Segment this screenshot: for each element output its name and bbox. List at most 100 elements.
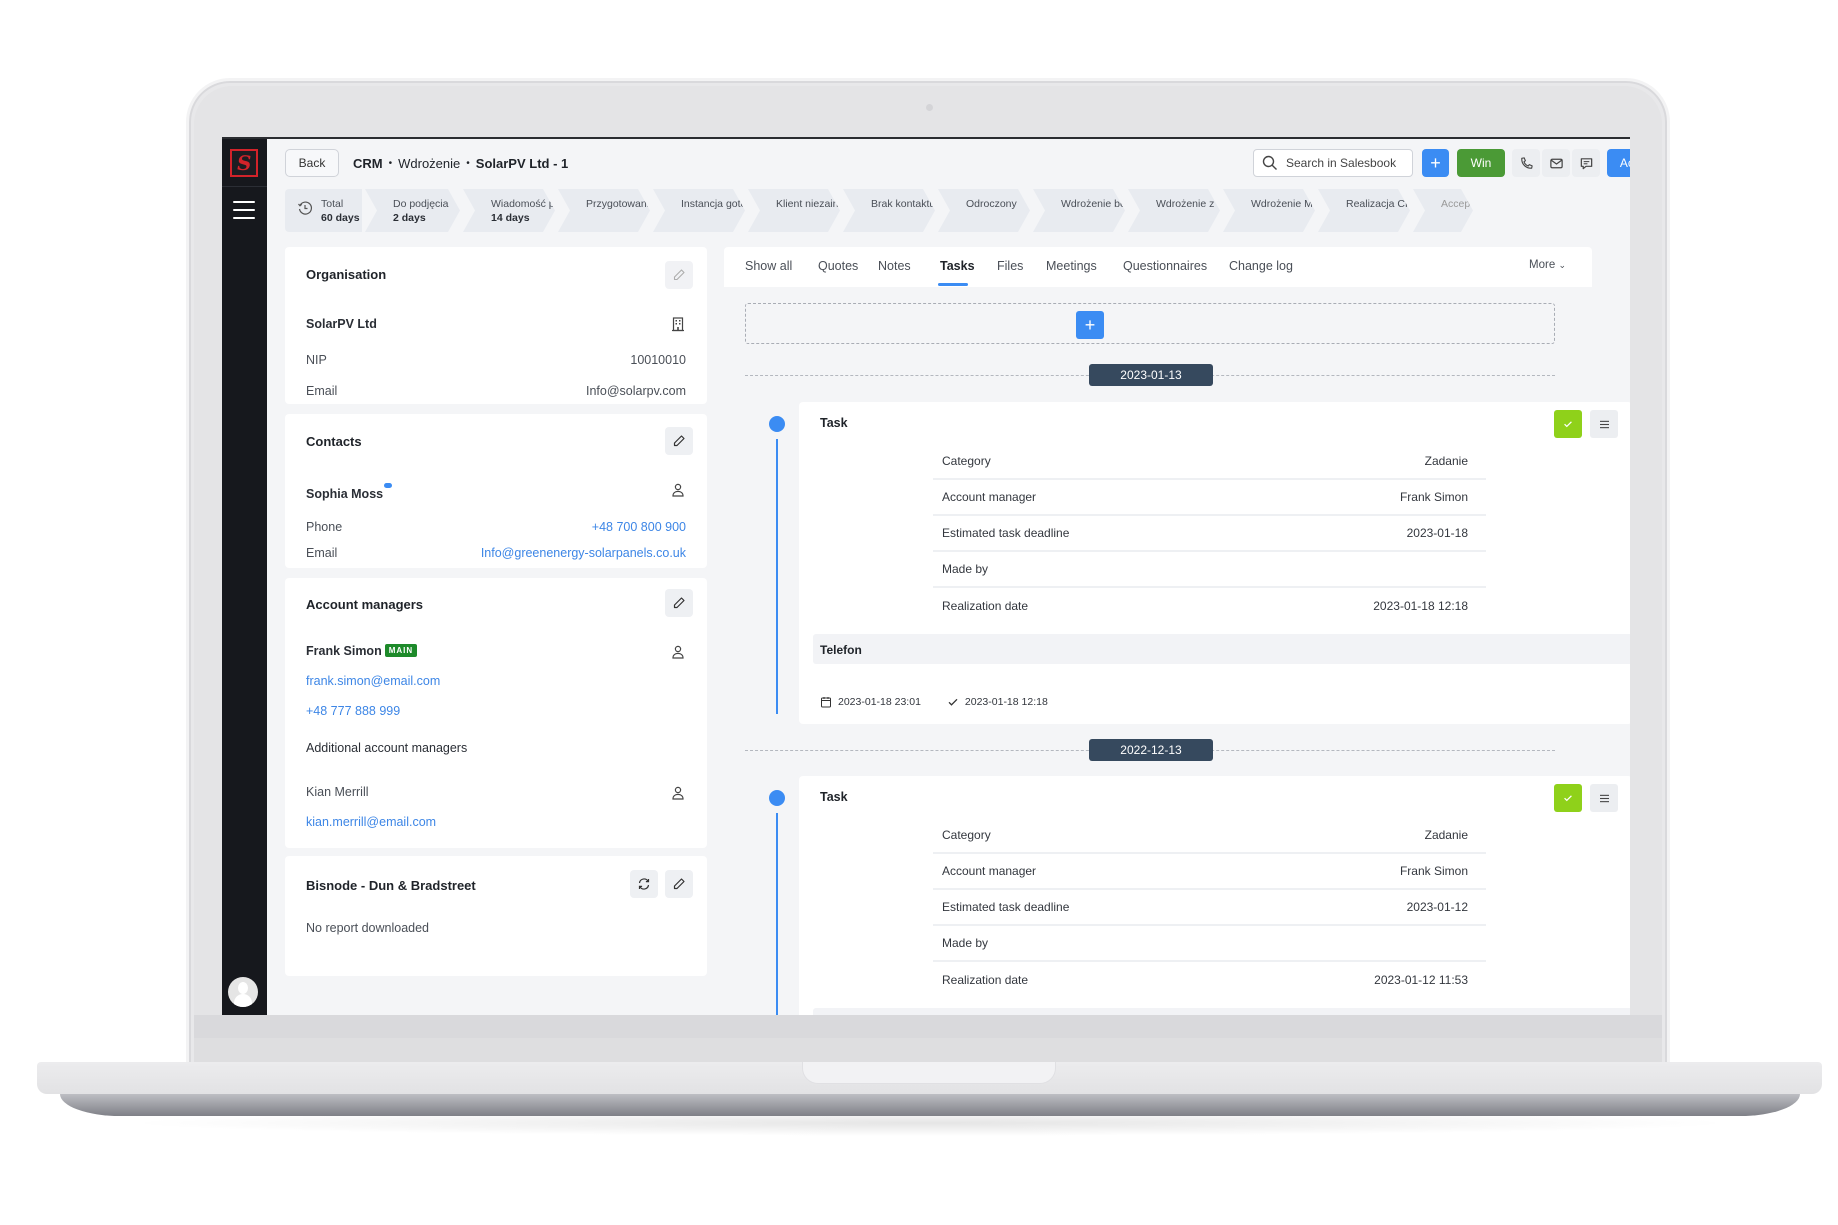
field-label: Realization date [942,599,1029,613]
tab-change-log[interactable]: Change log [1229,259,1293,273]
stage-item[interactable]: Przygotowanie ins... [558,189,650,232]
field-value: Zadanie [1424,454,1468,468]
chevron-down-icon: ⌄ [1558,260,1566,270]
stage-days: 2 days [393,212,426,224]
add-task-dropzone[interactable] [745,303,1555,344]
task-title: Task [820,790,848,804]
field-value: 2023-01-18 12:18 [1373,599,1468,613]
logo-letter: S [234,151,254,175]
stage-item[interactable]: Odroczony [938,189,1030,232]
stage-label: Realizacja CR [1346,198,1413,210]
breadcrumb: CRM • Wdrożenie • SolarPV Ltd - 1 [353,156,568,171]
breadcrumb-crm[interactable]: CRM [353,156,383,171]
field-label: Estimated task deadline [942,526,1070,540]
stage-label: Wiadomość powit... [491,198,583,210]
field-value: 2023-01-12 [1406,900,1468,914]
tab-quotes[interactable]: Quotes [818,259,858,273]
edit-organisation-button[interactable] [665,261,693,289]
email-button[interactable] [1542,149,1570,177]
field-label: Account manager [942,864,1037,878]
stage-item[interactable]: Wdrożenie MRR [1223,189,1315,232]
contact-email-label: Email [306,546,338,560]
refresh-bisnode-button[interactable] [630,870,658,898]
edit-account-managers-button[interactable] [665,589,693,617]
stage-label: Wdrożenie MRR [1251,198,1329,210]
chat-icon [1580,157,1592,169]
stage-label: Do podjęcia [393,198,449,210]
edit-contacts-button[interactable] [665,427,693,455]
field-label: Account manager [942,490,1037,504]
field-label: Estimated task deadline [942,900,1070,914]
laptop-camera [926,104,933,111]
app-logo[interactable]: S [230,149,258,177]
edit-bisnode-button[interactable] [665,870,693,898]
task-field-row: Realization date 2023-01-12 11:53 [933,962,1486,998]
mail-icon [1549,158,1563,168]
user-avatar[interactable] [228,977,258,1007]
stage-label: Wdrożenie bez CR [1061,198,1150,210]
tab-notes[interactable]: Notes [878,259,911,273]
screen: S Back CRM • Wdrożenie • SolarPV Ltd - 1… [222,137,1630,1015]
main-manager-email[interactable]: frank.simon@email.com [306,674,440,688]
breadcrumb-stage[interactable]: Wdrożenie [398,156,460,171]
refresh-icon [638,878,650,890]
task-menu-button[interactable] [1590,784,1618,812]
organisation-card: Organisation SolarPV Ltd NIP 10010010 Em… [285,247,707,404]
contact-email-link[interactable]: Info@greenenergy-solarpanels.co.uk [481,546,686,560]
task-subtitle: Telefon [813,634,1630,664]
more-tabs-dropdown[interactable]: More ⌄ [1529,259,1566,271]
hamburger-menu-icon[interactable] [233,201,255,219]
timeline-dot [769,790,785,806]
add-button[interactable]: + [1422,149,1449,177]
person-icon [672,786,684,800]
account-managers-card: Account managers Frank Simon MAIN frank.s… [285,578,707,848]
stage-item[interactable]: Brak kontaktu [wd... [843,189,935,232]
tab-questionnaires[interactable]: Questionnaires [1123,259,1207,273]
complete-task-button[interactable] [1554,410,1582,438]
tab-tasks[interactable]: Tasks [940,259,975,273]
win-button[interactable]: Win [1457,149,1505,177]
date-pill: 2023-01-13 [1089,364,1213,386]
stage-item[interactable]: Do podjęcia 2 days [365,189,460,232]
main-manager-phone[interactable]: +48 777 888 999 [306,704,400,718]
complete-task-button[interactable] [1554,784,1582,812]
pencil-icon [673,435,685,447]
stage-item[interactable]: Wiadomość powit... 14 days [463,189,555,232]
contact-phone-link[interactable]: +48 700 800 900 [592,520,686,534]
tab-meetings[interactable]: Meetings [1046,259,1097,273]
stage-item[interactable]: Klient niezainteres... [748,189,840,232]
stage-item[interactable]: Wdrożenie bez CR [1033,189,1125,232]
additional-manager-email[interactable]: kian.merrill@email.com [306,815,436,829]
add-task-button[interactable]: + [1076,311,1104,339]
contacts-card: Contacts Sophia Moss Phone +48 700 800 9… [285,414,707,568]
additional-manager-name[interactable]: Kian Merrill [306,785,369,799]
tab-files[interactable]: Files [997,259,1023,273]
contact-name-row[interactable]: Sophia Moss [306,483,393,501]
history-icon [298,201,313,215]
stage-item[interactable]: Instancja gotowa [653,189,745,232]
field-value: Frank Simon [1399,490,1468,504]
stage-item[interactable]: Accep [1413,189,1473,232]
back-button[interactable]: Back [285,149,339,177]
task-subtitle-partial [813,1008,1630,1015]
stage-item[interactable]: Realizacja CR [1318,189,1410,232]
task-card: Task Category Zadanie Account manager Fran… [799,776,1630,1015]
stage-item[interactable]: Wdrożenie z CR [1128,189,1220,232]
stage-total-days: 60 days [321,212,360,224]
actions-button[interactable]: Actions [1607,149,1630,177]
field-value: Frank Simon [1399,864,1468,878]
tab-show-all[interactable]: Show all [745,259,792,273]
field-label: Made by [942,562,989,576]
building-icon [672,317,684,332]
date-pill: 2022-12-13 [1089,739,1213,761]
additional-managers-title: Additional account managers [306,741,468,755]
search-input[interactable]: Search in Salesbook [1253,149,1413,177]
account-managers-title: Account managers [306,597,424,612]
organisation-name[interactable]: SolarPV Ltd [306,317,377,331]
main-manager-row[interactable]: Frank Simon MAIN [306,644,418,658]
call-button[interactable] [1512,149,1540,177]
timeline-line [776,439,778,714]
sms-button[interactable] [1572,149,1600,177]
task-menu-button[interactable] [1590,410,1618,438]
bisnode-title: Bisnode - Dun & Bradstreet [306,878,476,893]
